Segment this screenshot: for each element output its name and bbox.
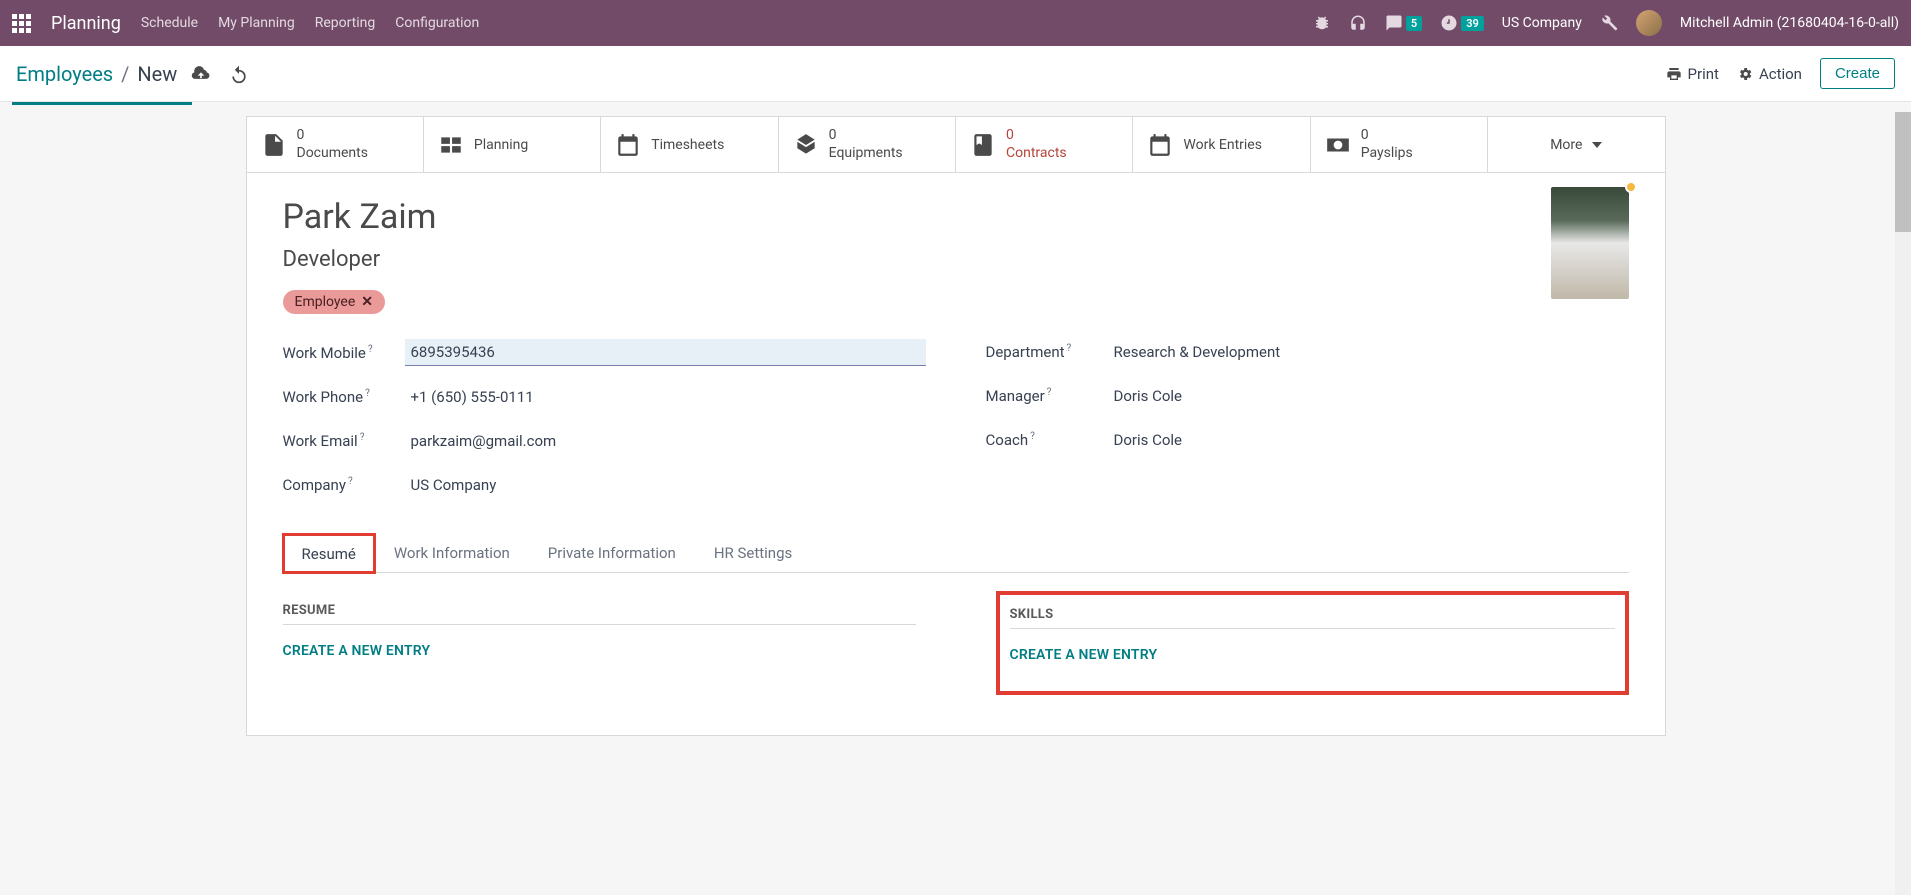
scrollbar[interactable] [1895,112,1911,895]
presence-dot [1625,181,1637,193]
caret-down-icon [1592,140,1602,150]
nav-reporting[interactable]: Reporting [315,15,376,31]
stat-row: 0Documents Planning Timesheets 0Equipmen… [246,116,1666,173]
calendar-icon [615,132,641,158]
nav-my-planning[interactable]: My Planning [218,15,295,31]
label-manager: Manager? [986,387,1108,405]
boxes-icon [793,132,819,158]
bug-icon[interactable] [1313,14,1331,32]
stat-more[interactable]: More [1488,117,1664,172]
nav-configuration[interactable]: Configuration [395,15,479,31]
resume-section: RESUME CREATE A NEW ENTRY [283,603,916,695]
app-title[interactable]: Planning [51,13,121,34]
user-menu[interactable]: Mitchell Admin (21680404-16-0-all) [1680,15,1899,31]
label-work-email: Work Email? [283,432,405,450]
stat-payslips[interactable]: 0Payslips [1311,117,1488,172]
stat-work-entries[interactable]: Work Entries [1133,117,1310,172]
money-icon [1325,132,1351,158]
breadcrumb-current: New [137,62,177,86]
employee-job-title[interactable]: Developer [283,247,1629,272]
input-company[interactable]: US Company [405,472,926,498]
book-icon [970,132,996,158]
input-manager[interactable]: Doris Cole [1108,383,1629,409]
input-department[interactable]: Research & Development [1108,339,1629,365]
label-company: Company? [283,476,405,494]
tag-remove-icon[interactable]: ✕ [361,294,373,310]
clock-icon[interactable] [1440,14,1458,32]
company-switcher[interactable]: US Company [1502,15,1582,31]
print-button[interactable]: Print [1666,65,1719,83]
tab-resume[interactable]: Resumé [283,534,375,573]
input-work-phone[interactable]: +1 (650) 555-0111 [405,384,926,410]
tools-icon[interactable] [1600,14,1618,32]
save-cloud-icon[interactable] [191,64,211,84]
tab-work-information[interactable]: Work Information [375,533,529,572]
skills-section: SKILLS CREATE A NEW ENTRY [996,591,1629,695]
messages-badge: 5 [1406,16,1422,31]
stat-planning[interactable]: Planning [424,117,601,172]
stat-documents[interactable]: 0Documents [247,117,424,172]
tabs: Resumé Work Information Private Informat… [283,533,1629,573]
breadcrumb-row: Employees / New Print Action Create [0,46,1911,102]
planning-icon [438,132,464,158]
tab-hr-settings[interactable]: HR Settings [695,533,811,572]
tab-private-information[interactable]: Private Information [529,533,695,572]
input-work-mobile[interactable]: 6895395436 [405,339,926,366]
nav-schedule[interactable]: Schedule [141,15,198,31]
input-work-email[interactable]: parkzaim@gmail.com [405,428,926,454]
print-icon [1666,66,1682,82]
form-sheet: Park Zaim Developer Employee ✕ Work Mobi… [246,173,1666,736]
gear-icon [1737,66,1753,82]
breadcrumb-root[interactable]: Employees [16,62,113,86]
action-button[interactable]: Action [1737,65,1802,83]
stat-equipments[interactable]: 0Equipments [779,117,956,172]
support-icon[interactable] [1349,14,1367,32]
breadcrumb: Employees / New [16,62,177,86]
topbar: Planning Schedule My Planning Reporting … [0,0,1911,46]
stat-timesheets[interactable]: Timesheets [601,117,778,172]
label-department: Department? [986,343,1108,361]
employee-name[interactable]: Park Zaim [283,197,1629,237]
create-button[interactable]: Create [1820,58,1895,89]
skills-heading: SKILLS [1010,607,1615,629]
discard-icon[interactable] [229,64,249,84]
messages-icon[interactable] [1385,14,1403,32]
calendar-icon [1147,132,1173,158]
clock-badge: 39 [1461,16,1484,31]
document-icon [261,132,287,158]
avatar[interactable] [1636,10,1662,36]
breadcrumb-sep: / [121,62,129,86]
apps-icon[interactable] [12,14,31,33]
label-work-phone: Work Phone? [283,388,405,406]
label-work-mobile: Work Mobile? [283,344,405,362]
input-coach[interactable]: Doris Cole [1108,427,1629,453]
skills-create-entry[interactable]: CREATE A NEW ENTRY [1010,647,1615,663]
breadcrumb-underline [12,102,192,105]
resume-heading: RESUME [283,603,916,625]
employee-photo[interactable] [1551,187,1629,299]
tag-employee[interactable]: Employee ✕ [283,290,386,314]
label-coach: Coach? [986,431,1108,449]
resume-create-entry[interactable]: CREATE A NEW ENTRY [283,643,916,659]
stat-contracts[interactable]: 0Contracts [956,117,1133,172]
